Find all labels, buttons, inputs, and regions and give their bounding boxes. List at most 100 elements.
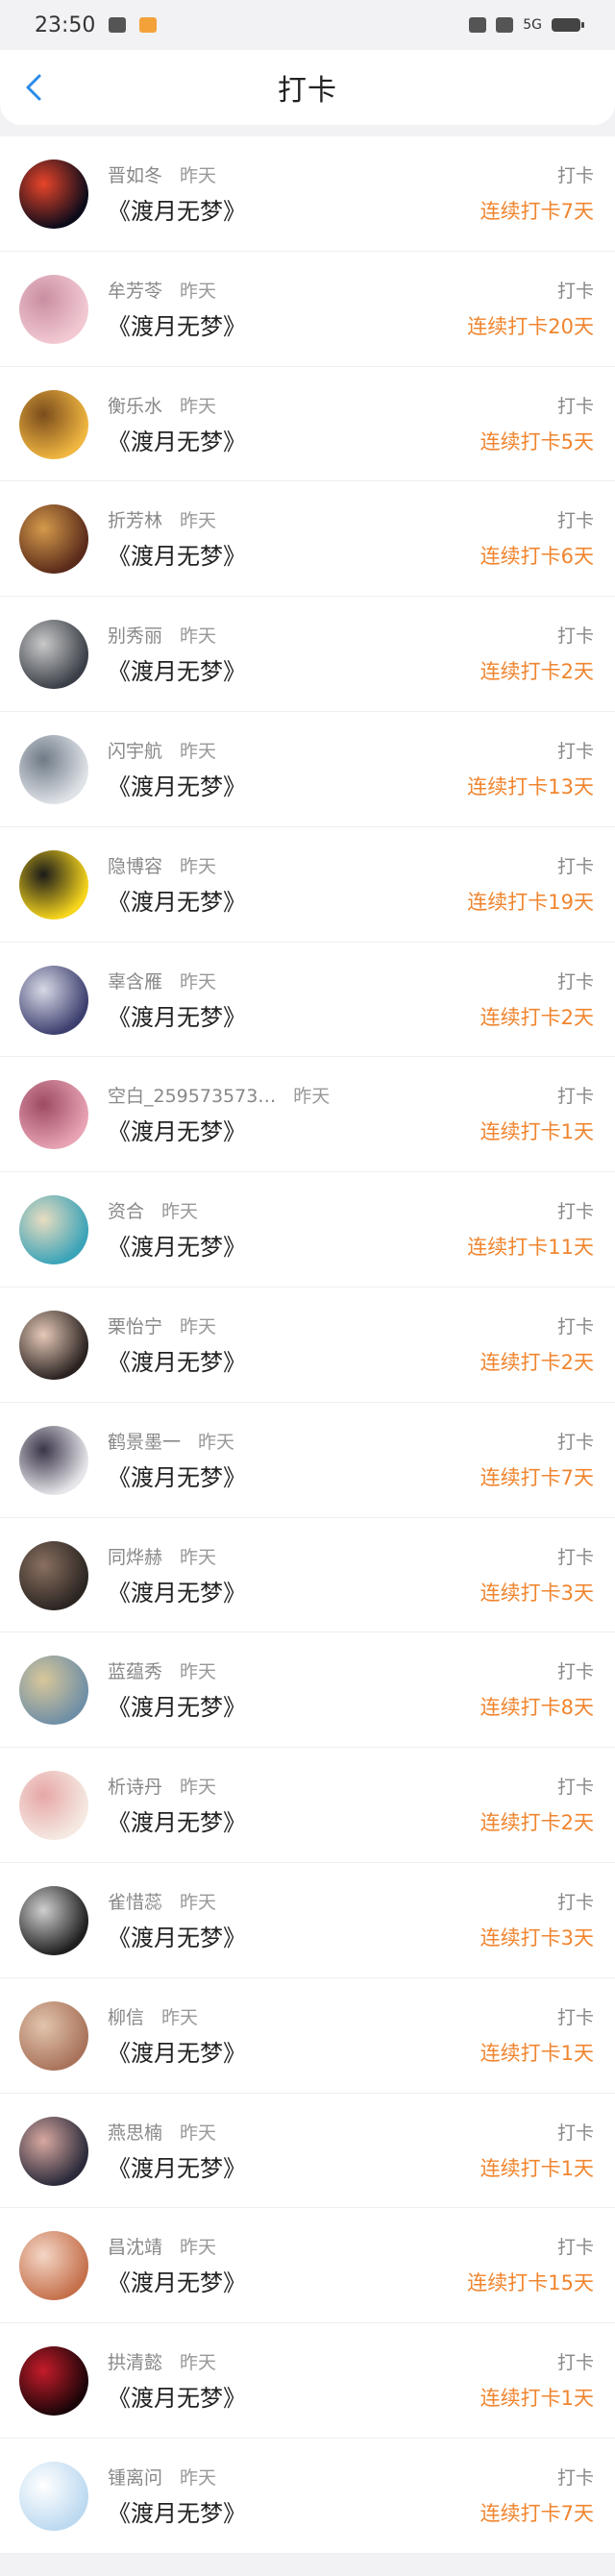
user-avatar[interactable] — [19, 2116, 88, 2186]
chevron-left-icon — [26, 74, 41, 101]
user-avatar[interactable] — [19, 2231, 88, 2301]
user-avatar[interactable] — [19, 849, 88, 920]
username[interactable]: 闪宇航 — [108, 737, 162, 763]
user-avatar[interactable] — [19, 504, 88, 575]
checkin-row[interactable]: 资合 昨天 《渡月无梦》 打卡 连续打卡11天 — [0, 1172, 615, 1288]
user-avatar[interactable] — [19, 1656, 88, 1726]
username[interactable]: 燕思楠 — [108, 2119, 162, 2145]
book-title[interactable]: 《渡月无梦》 — [108, 1113, 246, 1146]
checkin-row[interactable]: 蓝蕴秀 昨天 《渡月无梦》 打卡 连续打卡8天 — [0, 1632, 615, 1749]
checkin-label: 打卡 — [556, 1201, 594, 1223]
username[interactable]: 锺离问 — [108, 2464, 162, 2490]
checkin-row[interactable]: 同烨赫 昨天 《渡月无梦》 打卡 连续打卡3天 — [0, 1518, 615, 1633]
checkin-date: 昨天 — [180, 2122, 217, 2144]
user-avatar[interactable] — [19, 1425, 88, 1495]
username[interactable]: 别秀丽 — [108, 622, 162, 648]
checkin-row[interactable]: 衡乐水 昨天 《渡月无梦》 打卡 连续打卡5天 — [0, 367, 615, 482]
checkin-row[interactable]: 晋如冬 昨天 《渡月无梦》 打卡 连续打卡7天 — [0, 136, 615, 252]
checkin-row[interactable]: 空白_259573573… 昨天 《渡月无梦》 打卡 连续打卡1天 — [0, 1057, 615, 1173]
book-title[interactable]: 《渡月无梦》 — [108, 768, 246, 801]
user-avatar[interactable] — [19, 965, 88, 1035]
book-title[interactable]: 《渡月无梦》 — [108, 1228, 246, 1262]
username[interactable]: 栗怡宁 — [108, 1313, 162, 1338]
book-title[interactable]: 《渡月无梦》 — [108, 2494, 246, 2528]
username[interactable]: 资合 — [108, 1197, 144, 1223]
user-avatar[interactable] — [19, 389, 88, 459]
book-title[interactable]: 《渡月无梦》 — [108, 1574, 246, 1607]
checkin-row[interactable]: 闪宇航 昨天 《渡月无梦》 打卡 连续打卡13天 — [0, 712, 615, 827]
checkin-row[interactable]: 昌沈靖 昨天 《渡月无梦》 打卡 连续打卡15天 — [0, 2208, 615, 2324]
checkin-label: 打卡 — [556, 1315, 594, 1337]
book-title[interactable]: 《渡月无梦》 — [108, 998, 246, 1032]
checkin-row[interactable]: 析诗丹 昨天 《渡月无梦》 打卡 连续打卡2天 — [0, 1748, 615, 1863]
username[interactable]: 空白_259573573… — [108, 1082, 276, 1108]
username[interactable]: 析诗丹 — [108, 1773, 162, 1799]
user-line: 柳信 昨天 — [108, 2003, 198, 2029]
book-title[interactable]: 《渡月无梦》 — [108, 1459, 246, 1492]
username[interactable]: 柳信 — [108, 2003, 144, 2029]
username[interactable]: 拱清懿 — [108, 2348, 162, 2374]
book-title[interactable]: 《渡月无梦》 — [108, 1919, 246, 1952]
checkin-date: 昨天 — [180, 2352, 217, 2374]
book-title[interactable]: 《渡月无梦》 — [108, 192, 246, 226]
book-title[interactable]: 《渡月无梦》 — [108, 423, 246, 456]
user-avatar[interactable] — [19, 2461, 88, 2531]
book-title[interactable]: 《渡月无梦》 — [108, 2379, 246, 2413]
username[interactable]: 鹤景墨一 — [108, 1428, 181, 1454]
book-title[interactable]: 《渡月无梦》 — [108, 1688, 246, 1722]
checkin-label: 打卡 — [556, 165, 594, 186]
back-button[interactable] — [15, 69, 52, 106]
user-avatar[interactable] — [19, 620, 88, 690]
book-title[interactable]: 《渡月无梦》 — [108, 2264, 246, 2297]
book-title[interactable]: 《渡月无梦》 — [108, 2034, 246, 2068]
checkin-row[interactable]: 别秀丽 昨天 《渡月无梦》 打卡 连续打卡2天 — [0, 597, 615, 712]
user-avatar[interactable] — [19, 2000, 88, 2071]
username[interactable]: 晋如冬 — [108, 161, 162, 187]
checkin-row[interactable]: 柳信 昨天 《渡月无梦》 打卡 连续打卡1天 — [0, 1978, 615, 2094]
status-left: 23:50 — [35, 13, 158, 37]
book-title[interactable]: 《渡月无梦》 — [108, 307, 246, 341]
book-title[interactable]: 《渡月无梦》 — [108, 1803, 246, 1837]
username[interactable]: 昌沈靖 — [108, 2233, 162, 2259]
user-avatar[interactable] — [19, 1540, 88, 1610]
username[interactable]: 蓝蕴秀 — [108, 1657, 162, 1683]
user-avatar[interactable] — [19, 1080, 88, 1150]
user-line: 辜含雁 昨天 — [108, 968, 216, 994]
checkin-date: 昨天 — [180, 1777, 217, 1799]
username[interactable]: 折芳林 — [108, 506, 162, 532]
username[interactable]: 牟芳苓 — [108, 277, 162, 303]
username[interactable]: 隐博容 — [108, 852, 162, 878]
username[interactable]: 雀惜蕊 — [108, 1888, 162, 1914]
user-avatar[interactable] — [19, 1885, 88, 1955]
checkin-row[interactable]: 折芳林 昨天 《渡月无梦》 打卡 连续打卡6天 — [0, 481, 615, 598]
checkin-row[interactable]: 拱清懿 昨天 《渡月无梦》 打卡 连续打卡1天 — [0, 2323, 615, 2439]
book-title[interactable]: 《渡月无梦》 — [108, 537, 246, 571]
checkin-row[interactable]: 鹤景墨一 昨天 《渡月无梦》 打卡 连续打卡7天 — [0, 1403, 615, 1518]
checkin-row[interactable]: 隐博容 昨天 《渡月无梦》 打卡 连续打卡19天 — [0, 827, 615, 943]
checkin-row[interactable]: 牟芳苓 昨天 《渡月无梦》 打卡 连续打卡20天 — [0, 252, 615, 367]
username[interactable]: 衡乐水 — [108, 392, 162, 418]
checkin-date: 昨天 — [180, 740, 217, 762]
checkin-row[interactable]: 雀惜蕊 昨天 《渡月无梦》 打卡 连续打卡3天 — [0, 1863, 615, 1978]
user-avatar[interactable] — [19, 1195, 88, 1265]
checkin-row[interactable]: 辜含雁 昨天 《渡月无梦》 打卡 连续打卡2天 — [0, 943, 615, 1058]
book-title[interactable]: 《渡月无梦》 — [108, 1343, 246, 1377]
user-avatar[interactable] — [19, 159, 88, 229]
username[interactable]: 同烨赫 — [108, 1543, 162, 1569]
book-title[interactable]: 《渡月无梦》 — [108, 652, 246, 686]
book-title[interactable]: 《渡月无梦》 — [108, 883, 246, 917]
user-avatar[interactable] — [19, 2346, 88, 2417]
user-line: 牟芳苓 昨天 — [108, 277, 216, 303]
user-avatar[interactable] — [19, 734, 88, 804]
checkin-row[interactable]: 栗怡宁 昨天 《渡月无梦》 打卡 连续打卡2天 — [0, 1288, 615, 1403]
user-line: 闪宇航 昨天 — [108, 737, 216, 763]
checkin-row[interactable]: 燕思楠 昨天 《渡月无梦》 打卡 连续打卡1天 — [0, 2094, 615, 2209]
user-avatar[interactable] — [19, 274, 88, 344]
username[interactable]: 辜含雁 — [108, 968, 162, 994]
checkin-row[interactable]: 锺离问 昨天 《渡月无梦》 打卡 连续打卡7天 — [0, 2439, 615, 2554]
user-avatar[interactable] — [19, 1771, 88, 1841]
checkin-label: 打卡 — [556, 1546, 594, 1568]
streak-count: 连续打卡15天 — [467, 2271, 594, 2295]
user-avatar[interactable] — [19, 1310, 88, 1380]
book-title[interactable]: 《渡月无梦》 — [108, 2149, 246, 2183]
